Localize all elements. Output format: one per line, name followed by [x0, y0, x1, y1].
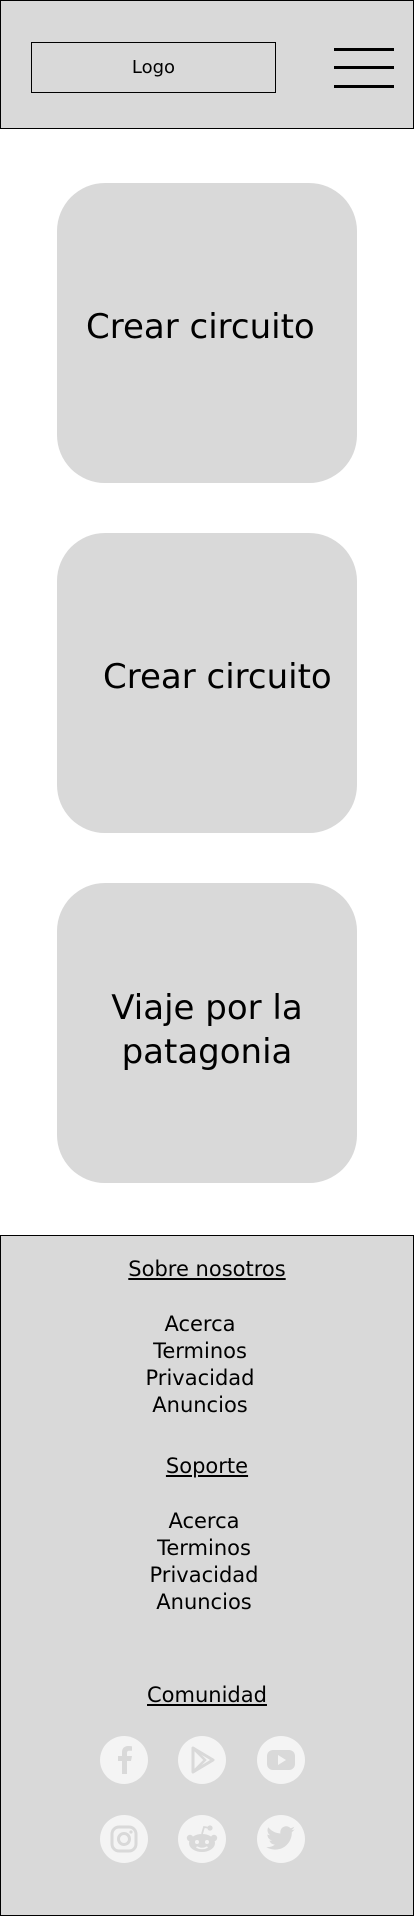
card-crear-circuito-1[interactable]: Crear circuito	[57, 183, 357, 483]
card-title: Crear circuito	[103, 657, 332, 697]
card-title: Viaje por la patagonia	[57, 986, 357, 1074]
card-title: Crear circuito	[86, 307, 315, 347]
footer-link-privacidad[interactable]: Privacidad	[0, 1365, 406, 1392]
instagram-icon[interactable]	[100, 1815, 148, 1863]
logo-label: Logo	[131, 57, 176, 78]
footer-link-acerca[interactable]: Acerca	[0, 1311, 406, 1338]
footer-link-terminos[interactable]: Terminos	[0, 1338, 406, 1365]
card-viaje-patagonia[interactable]: Viaje por la patagonia	[57, 883, 357, 1183]
hamburger-menu-icon[interactable]	[334, 48, 394, 88]
footer-heading-about[interactable]: Sobre nosotros	[1, 1257, 413, 1281]
footer-link-anuncios[interactable]: Anuncios	[0, 1392, 406, 1419]
logo[interactable]: Logo	[31, 42, 276, 93]
footer-heading-community[interactable]: Comunidad	[1, 1683, 413, 1707]
footer-about-list: Acerca Terminos Privacidad Anuncios	[0, 1311, 406, 1419]
footer-link-acerca[interactable]: Acerca	[0, 1508, 410, 1535]
footer: Sobre nosotros Acerca Terminos Privacida…	[0, 1235, 414, 1916]
reddit-icon[interactable]	[178, 1815, 226, 1863]
footer-link-privacidad[interactable]: Privacidad	[0, 1562, 410, 1589]
footer-link-terminos[interactable]: Terminos	[0, 1535, 410, 1562]
page: Logo Crear circuito Crear circuito Viaje…	[0, 0, 414, 1916]
card-title-line-2: patagonia	[121, 1032, 293, 1072]
google-play-icon[interactable]	[178, 1736, 226, 1784]
card-title-line-1: Viaje por la	[111, 988, 303, 1028]
footer-link-anuncios[interactable]: Anuncios	[0, 1589, 410, 1616]
footer-support-list: Acerca Terminos Privacidad Anuncios	[0, 1508, 410, 1616]
youtube-icon[interactable]	[257, 1736, 305, 1784]
header: Logo	[0, 0, 414, 129]
card-crear-circuito-2[interactable]: Crear circuito	[57, 533, 357, 833]
twitter-icon[interactable]	[257, 1815, 305, 1863]
footer-heading-support[interactable]: Soporte	[1, 1454, 413, 1478]
facebook-icon[interactable]	[100, 1736, 148, 1784]
